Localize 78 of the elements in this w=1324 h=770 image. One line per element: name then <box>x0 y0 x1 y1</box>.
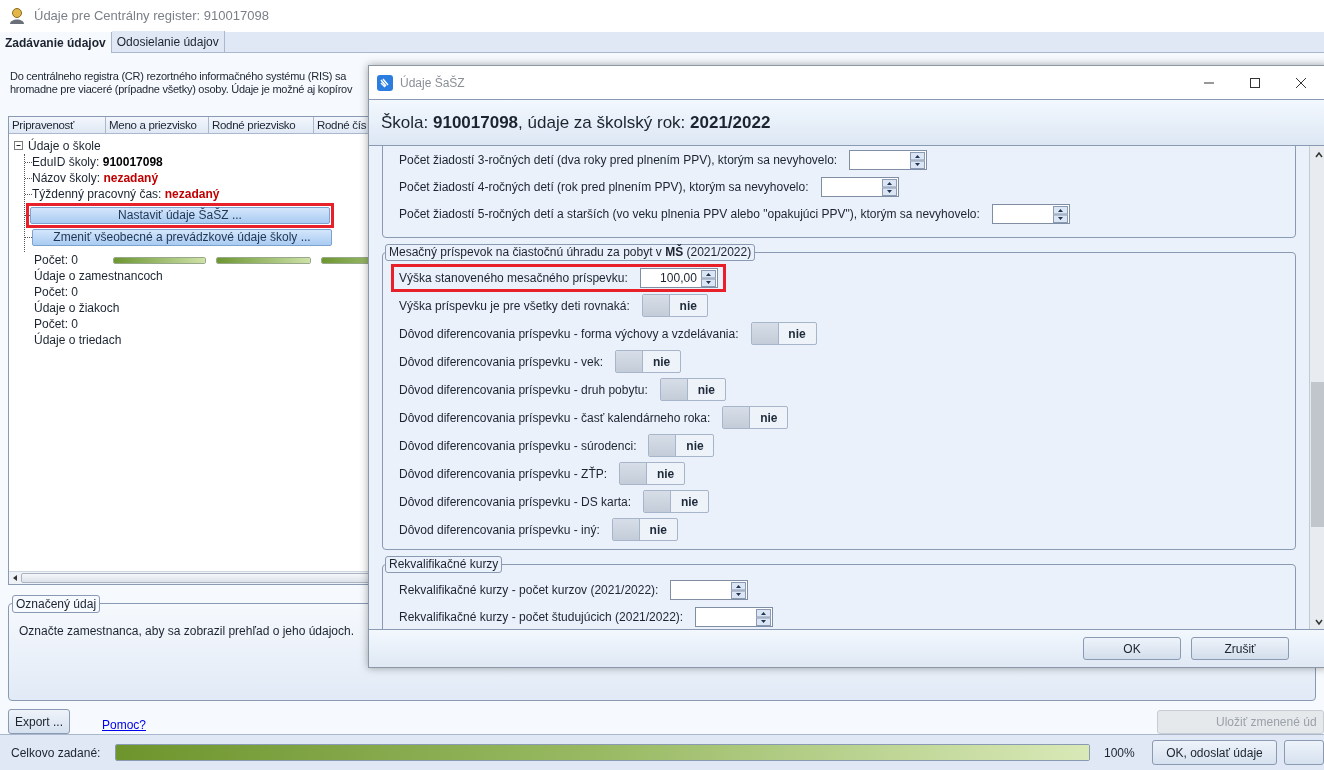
spin-arrows-icon[interactable] <box>700 269 716 287</box>
tree-item[interactable]: Údaje o žiakoch <box>34 300 120 316</box>
tree-item[interactable]: Údaje o triedach <box>34 332 122 348</box>
toggle-switch[interactable]: nie <box>722 406 789 429</box>
dialog-title: Údaje ŠaŠZ <box>400 74 465 92</box>
toggle-switch[interactable]: nie <box>643 490 710 513</box>
field-label: Dôvod diferencovania príspevku - ZŤP: <box>399 465 608 483</box>
action-button[interactable]: Nastaviť údaje ŠaŠZ ... <box>30 207 330 224</box>
field-label: Rekvalifikačné kurzy - počet kurzov (2021/2022): <box>399 582 659 599</box>
group-title: Rekvalifikačné kurzy <box>385 556 503 573</box>
dialog-button[interactable]: OK <box>1083 637 1181 660</box>
column-header[interactable]: Pripravenosť <box>9 117 106 133</box>
field-label: Dôvod diferencovania príspevku - súrodenci: <box>399 437 637 455</box>
send-button[interactable]: OK, odoslať údaje <box>1151 740 1278 765</box>
spin-arrows-icon[interactable] <box>910 151 926 169</box>
number-field[interactable] <box>820 177 899 197</box>
window-title: Údaje pre Centrálny register: 910017098 <box>34 7 269 26</box>
tree-item[interactable]: Počet: 0 <box>34 316 79 332</box>
field-label: Výška príspevku je pre všetky deti rovnaká: <box>399 297 630 315</box>
spin-arrows-icon[interactable] <box>881 178 897 196</box>
export-button[interactable]: Export ... <box>8 709 70 734</box>
number-field[interactable] <box>849 150 928 170</box>
spin-arrows-icon[interactable] <box>756 608 772 626</box>
toggle-switch[interactable]: nie <box>648 434 715 457</box>
app-logo-icon <box>377 74 393 91</box>
spin-arrows-icon[interactable] <box>731 581 747 599</box>
number-field[interactable] <box>695 607 774 627</box>
number-field[interactable] <box>670 580 749 600</box>
column-header[interactable]: Rodné priezvisko <box>209 117 314 133</box>
toggle-switch[interactable]: nie <box>611 518 678 541</box>
close-icon[interactable] <box>1295 76 1307 89</box>
group-title: Mesačný príspevok na čiastočnú úhradu za pobyt v MŠ (2021/2022) <box>385 244 756 261</box>
tree-item[interactable]: Údaje o škole <box>28 138 101 154</box>
toggle-switch[interactable]: nie <box>750 322 817 345</box>
spin-arrows-icon[interactable] <box>1052 205 1068 223</box>
help-link[interactable]: Pomoc? <box>102 715 147 734</box>
field-label: Dôvod diferencovania príspevku - DS karta: <box>399 493 632 511</box>
description-text: hromadne pre viaceré (prípadne všetky) osoby. Údaje je možné aj kopírov <box>10 83 353 96</box>
field-label: Počet žiadostí 5-ročných detí a starších (vo veku plnenia PPV alebo "opakujúci PPV"), ktorým sa nevyhovelo: <box>399 206 980 223</box>
number-field[interactable] <box>991 204 1070 224</box>
field-label: Dôvod diferencovania príspevku - forma výchovy a vzdelávania: <box>399 325 739 343</box>
field-label: Počet žiadostí 4-ročných detí (rok pred plnením PPV), ktorým sa nevyhovelo: <box>399 179 809 196</box>
collapse-icon[interactable] <box>14 140 25 152</box>
vertical-scrollbar[interactable] <box>1309 146 1324 629</box>
dialog-button[interactable]: Zrušiť <box>1191 637 1289 660</box>
tab[interactable]: Odosielanie údajov <box>111 31 225 52</box>
number-field[interactable]: 100,00 <box>639 268 718 288</box>
maximize-icon[interactable] <box>1249 76 1261 89</box>
scroll-down-icon[interactable] <box>1313 617 1324 627</box>
toggle-switch[interactable]: nie <box>659 378 726 401</box>
status-label: Celkovo zadané: <box>11 744 102 762</box>
toggle-switch[interactable]: nie <box>641 294 708 317</box>
field-label: Rekvalifikačné kurzy - počet študujúcich (2021/2022): <box>399 609 684 626</box>
action-button[interactable]: Zmeniť všeobecné a prevádzkové údaje školy ... <box>32 229 332 246</box>
cut-off-button[interactable] <box>1284 740 1324 765</box>
field-label: Dôvod diferencovania príspevku - časť kalendárneho roka: <box>399 409 711 427</box>
field-label: Dôvod diferencovania príspevku - druh pobytu: <box>399 381 648 399</box>
field-label: Výška stanoveného mesačného príspevku: <box>399 270 628 287</box>
tree-item[interactable]: Názov školy: nezadaný <box>32 170 159 186</box>
scroll-up-icon[interactable] <box>1313 150 1324 160</box>
field-label: Dôvod diferencovania príspevku - iný: <box>399 521 600 539</box>
tree-item[interactable]: Údaje o zamestnancoch <box>34 268 163 284</box>
column-header[interactable]: Meno a priezvisko <box>106 117 209 133</box>
group-title: Označený údaj <box>12 595 101 613</box>
toggle-switch[interactable]: nie <box>615 350 682 373</box>
tree-item[interactable]: EduID školy: 910017098 <box>32 154 163 170</box>
description-text: Do centrálneho registra (CR) rezortného informačného systému (RIS) sa <box>10 70 347 83</box>
field-label: Počet žiadostí 3-ročných detí (dva roky pred plnením PPV), ktorým sa nevyhovelo: <box>399 152 838 169</box>
user-icon <box>8 7 26 25</box>
toggle-switch[interactable]: nie <box>619 462 686 485</box>
progress-reading: 100% <box>1103 744 1136 762</box>
tree-item[interactable]: Počet: 0 <box>34 252 111 268</box>
hint-text: Označte zamestnanca, aby sa zobrazil prehľad o jeho údajoch. <box>19 624 355 638</box>
dialog-heading: Škola: 910017098, údaje za školský rok: 2021/2022 <box>381 111 771 134</box>
tree-item[interactable]: Týždenný pracovný čas: nezadaný <box>32 186 220 202</box>
tree-item[interactable]: Počet: 0 <box>34 284 79 300</box>
tab[interactable]: Zadávanie údajov <box>0 32 112 53</box>
field-label: Dôvod diferencovania príspevku - vek: <box>399 353 604 371</box>
